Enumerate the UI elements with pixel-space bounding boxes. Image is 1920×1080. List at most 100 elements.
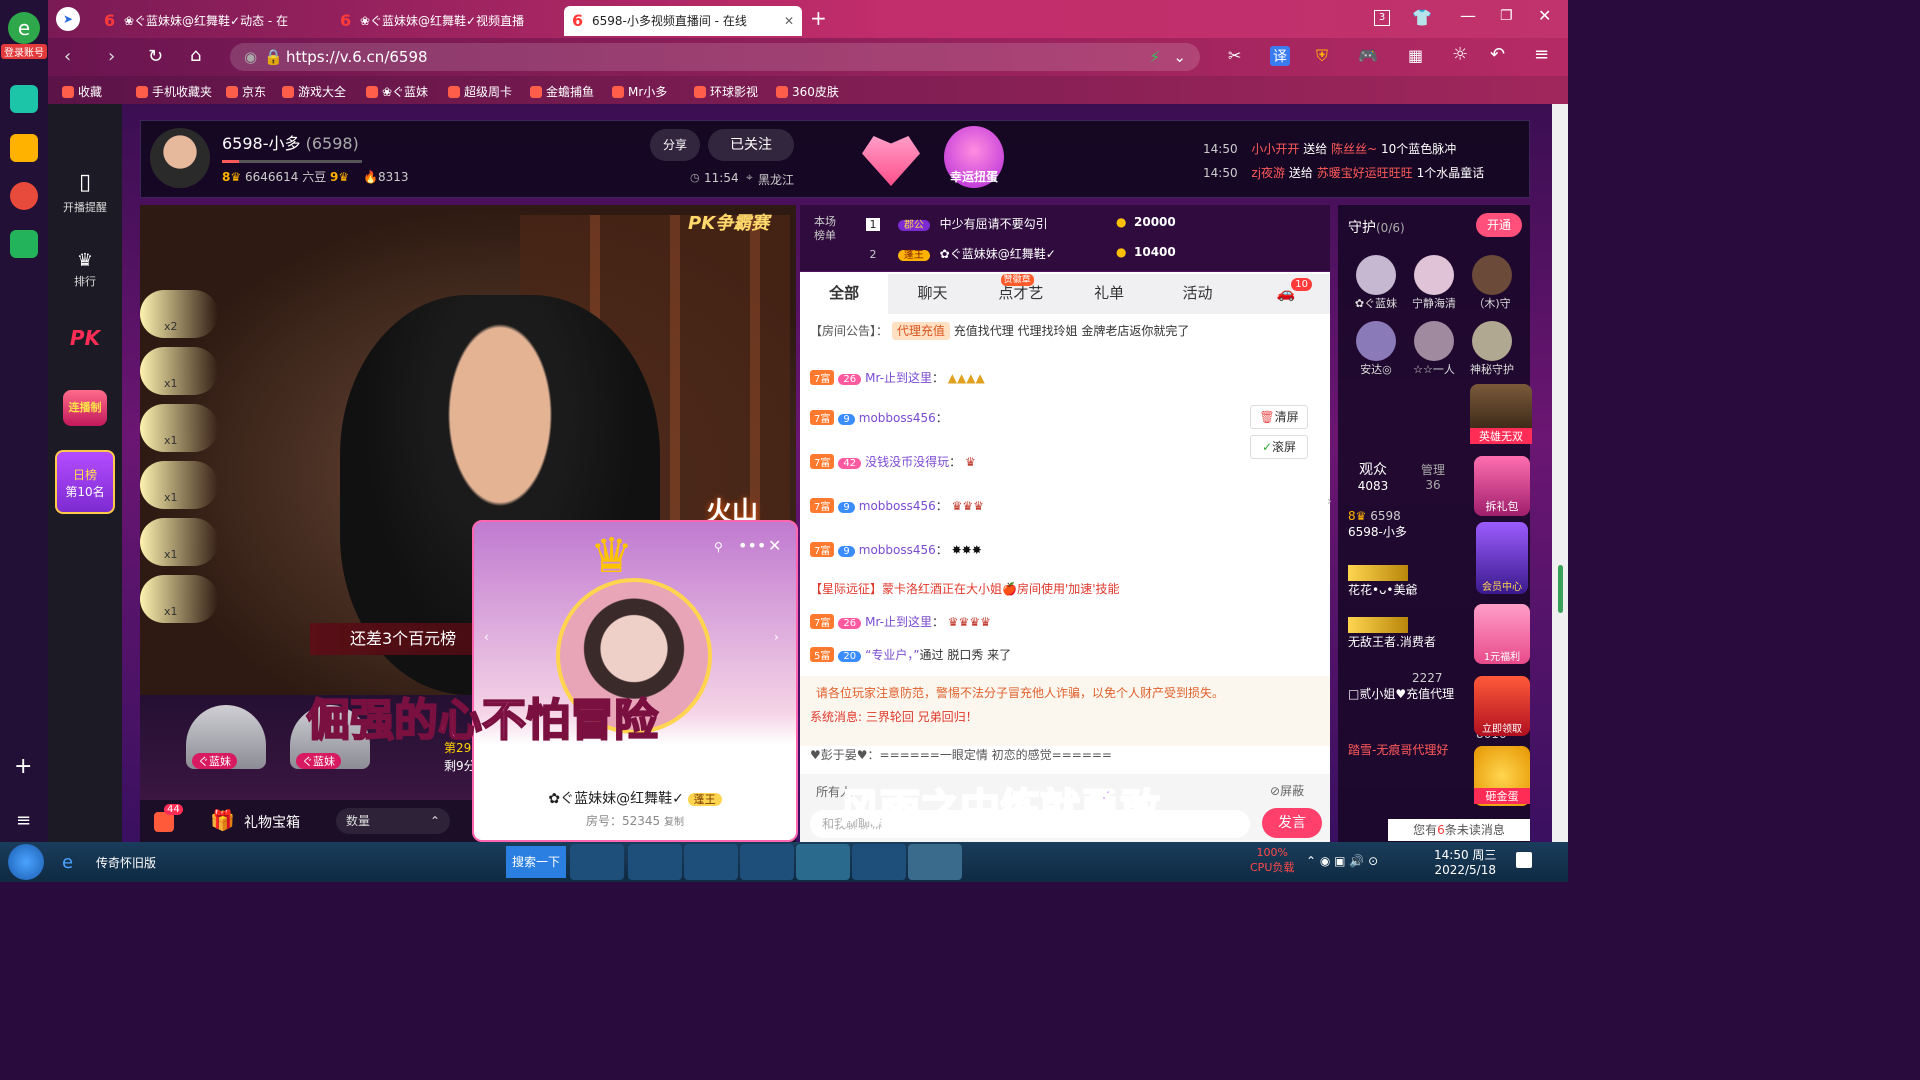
admin-tab[interactable]: 管理 36 [1408, 461, 1458, 492]
prev-arrow-icon[interactable]: ‹ [484, 630, 489, 644]
bookmark-movies[interactable]: 环球影视 [694, 83, 758, 100]
rank-row-1[interactable]: 1 郡公 中少有屈请不要勾引 ● 20000 [866, 215, 1306, 237]
maximize-icon[interactable]: ❐ [1500, 8, 1513, 24]
browser-360-icon[interactable] [796, 844, 850, 880]
start-button[interactable] [8, 844, 44, 880]
tab-all[interactable]: 全部 [800, 274, 889, 314]
notification-icon[interactable] [1516, 852, 1532, 868]
next-arrow-icon[interactable]: › [774, 630, 779, 644]
block-button[interactable]: ⊘屏蔽 [1270, 782, 1304, 799]
chrome-icon[interactable] [684, 844, 738, 880]
guard-member[interactable]: 宁静海清 [1408, 255, 1460, 311]
weekly-nav-item[interactable]: 连播制 [48, 390, 122, 426]
star-favorites-icon[interactable] [10, 134, 38, 162]
mail-icon[interactable] [10, 230, 38, 258]
guard-member[interactable]: （木)守 [1466, 255, 1518, 311]
promo-gift-pack[interactable]: 拆礼包 [1474, 456, 1530, 516]
page-scrollbar[interactable] [1552, 104, 1568, 842]
bookmark-mobile[interactable]: 手机收藏夹 [136, 83, 212, 100]
promo-claim[interactable]: 立即领取 [1474, 676, 1530, 736]
bookmark-mrxiaoduo[interactable]: Mr小多 [612, 83, 667, 100]
guard-member[interactable]: 安达◎ [1350, 321, 1402, 377]
magic-wand-icon[interactable]: ⚲ [714, 540, 723, 554]
chevron-down-icon[interactable]: ⌄ [1173, 43, 1186, 71]
guard-member[interactable]: 神秘守护 [1466, 321, 1518, 377]
open-guard-button[interactable]: 开通 [1476, 213, 1522, 237]
browser-logo-icon[interactable]: e [8, 12, 40, 44]
media-player-icon[interactable] [852, 844, 906, 880]
new-tab-button[interactable]: + [810, 6, 827, 30]
tab-dynamic[interactable]: 6 ❀ぐ蓝妹妹@红舞鞋✓动态 - 在 [96, 6, 326, 36]
unread-message-bar[interactable]: 您有6条未读消息 [1388, 819, 1530, 841]
tray-icons[interactable]: ⌃ ◉ ▣ 🔊 ⊙ [1306, 854, 1378, 868]
ie-browser-icon[interactable] [628, 844, 682, 880]
refresh-icon[interactable]: ↻ [148, 46, 163, 67]
brightness-icon[interactable]: ☼ [1452, 44, 1468, 65]
game-app-icon[interactable] [908, 844, 962, 880]
add-sidebar-icon[interactable]: + [14, 754, 32, 779]
chat-message[interactable]: 7富 26 Mr-止到这里： ▲▲▲▲ [810, 369, 985, 386]
shield-icon[interactable]: ⛨ [1316, 46, 1328, 66]
url-field[interactable]: ◉ 🔒 https://v.6.cn/6598 ⚡ ⌄ [230, 43, 1200, 71]
translate-icon[interactable]: 译 [1270, 46, 1290, 66]
collapse-panel-icon[interactable]: › [1327, 494, 1332, 508]
tab-activity[interactable]: 活动 [1153, 274, 1241, 314]
promo-golden-egg[interactable]: 砸金蛋 [1474, 746, 1530, 806]
chat-message[interactable]: 7富 9 mobboss456： ✸✸✸ [810, 541, 982, 558]
tab-count-icon[interactable]: 3 [1374, 10, 1390, 26]
scrollbar-thumb[interactable] [1558, 565, 1563, 613]
audience-item[interactable]: 2227 □贰小姐♥充值代理 [1348, 671, 1454, 702]
bookmark-fishing[interactable]: 金蟾捕鱼 [530, 83, 594, 100]
bookmark-favorites[interactable]: 收藏 [62, 83, 102, 100]
guard-member[interactable]: ☆☆一人 [1408, 321, 1460, 377]
bookmark-weekly[interactable]: 超级周卡 [448, 83, 512, 100]
weibo-icon[interactable] [10, 182, 38, 210]
audience-item[interactable]: 无敌王者.消费者 [1348, 617, 1436, 650]
game-icon[interactable]: 🎮 [1358, 46, 1378, 65]
menu-list-icon[interactable]: ≡ [16, 810, 31, 831]
audience-item[interactable]: 花花•ᴗ•美爺 [1348, 565, 1418, 598]
qty-select[interactable]: 数量 ⌃ [336, 808, 450, 834]
apps-grid-icon[interactable]: ▦ [1408, 46, 1423, 65]
login-account-button[interactable]: 登录账号 [1, 44, 47, 59]
tab-chat[interactable]: 聊天 [888, 274, 976, 314]
navigate-icon[interactable]: ➤ [56, 7, 80, 31]
promo-one-yuan[interactable]: 1元福利 [1474, 604, 1530, 664]
close-tab-icon[interactable]: ✕ [784, 6, 794, 36]
tab-gifts[interactable]: 礼单 [1065, 274, 1153, 314]
remind-nav-item[interactable]: ▯ 开播提醒 [48, 170, 122, 215]
close-icon[interactable]: ✕ [768, 536, 781, 555]
clear-screen-button[interactable]: 🗑清屏 [1250, 405, 1308, 429]
tab-talent[interactable]: 点才艺 赞徽章 [977, 274, 1065, 314]
main-menu-icon[interactable]: ≡ [1534, 44, 1549, 65]
minimize-icon[interactable]: — [1460, 6, 1476, 25]
lightning-icon[interactable]: ⚡ [1149, 43, 1160, 71]
viewers-tab[interactable]: 观众 4083 [1348, 459, 1398, 493]
tab-live-6598[interactable]: 6 6598-小多视频直播间 - 在线 ✕ [564, 6, 802, 36]
scroll-screen-button[interactable]: ✓滚屏 [1250, 435, 1308, 459]
gift-box-button[interactable]: 礼物宝箱 [244, 812, 300, 832]
gift-bag-icon[interactable] [154, 812, 174, 832]
close-window-icon[interactable]: ✕ [1538, 6, 1551, 25]
copy-link[interactable]: 复制 [664, 817, 684, 828]
chat-message[interactable]: 7富 42 没钱没币没得玩： ♛ [810, 453, 976, 470]
tab-car[interactable]: 🚗 10 [1242, 274, 1330, 314]
back-icon[interactable]: ‹ [64, 46, 71, 67]
plus-app-icon[interactable] [10, 85, 38, 113]
share-button[interactable]: 分享 [650, 129, 700, 161]
clock[interactable]: 14:50 周三 2022/5/18 [1434, 846, 1496, 877]
chat-message[interactable]: 7富 9 mobboss456： ♛♛♛ [810, 497, 984, 514]
user-card-popup[interactable]: ♛ ⚲ ••• ✕ ‹ › ✿ぐ蓝妹妹@红舞鞋✓ 蓬王 房号：52345 复制 [472, 520, 798, 842]
pk-nav-item[interactable]: PK [48, 326, 122, 350]
chat-message[interactable]: 7富 9 mobboss456： [810, 409, 948, 426]
taskbar-search-button[interactable]: 搜索一下 [506, 846, 566, 878]
more-icon[interactable]: ••• [738, 536, 766, 555]
home-icon[interactable]: ⌂ [190, 45, 201, 66]
chat-message[interactable]: 7富 26 Mr-止到这里： ♛♛♛♛ [810, 613, 991, 630]
send-button[interactable]: 发言 [1262, 808, 1322, 838]
daily-rank-badge[interactable]: 日榜 第10名 [48, 450, 122, 514]
rank-row-2[interactable]: 2 蓬王 ✿ぐ蓝妹妹@红舞鞋✓ ● 10400 [866, 245, 1306, 267]
shirt-skin-icon[interactable]: 👕 [1412, 8, 1432, 27]
forward-icon[interactable]: › [108, 46, 115, 67]
promo-hero[interactable]: 英雄无双 [1470, 384, 1532, 444]
